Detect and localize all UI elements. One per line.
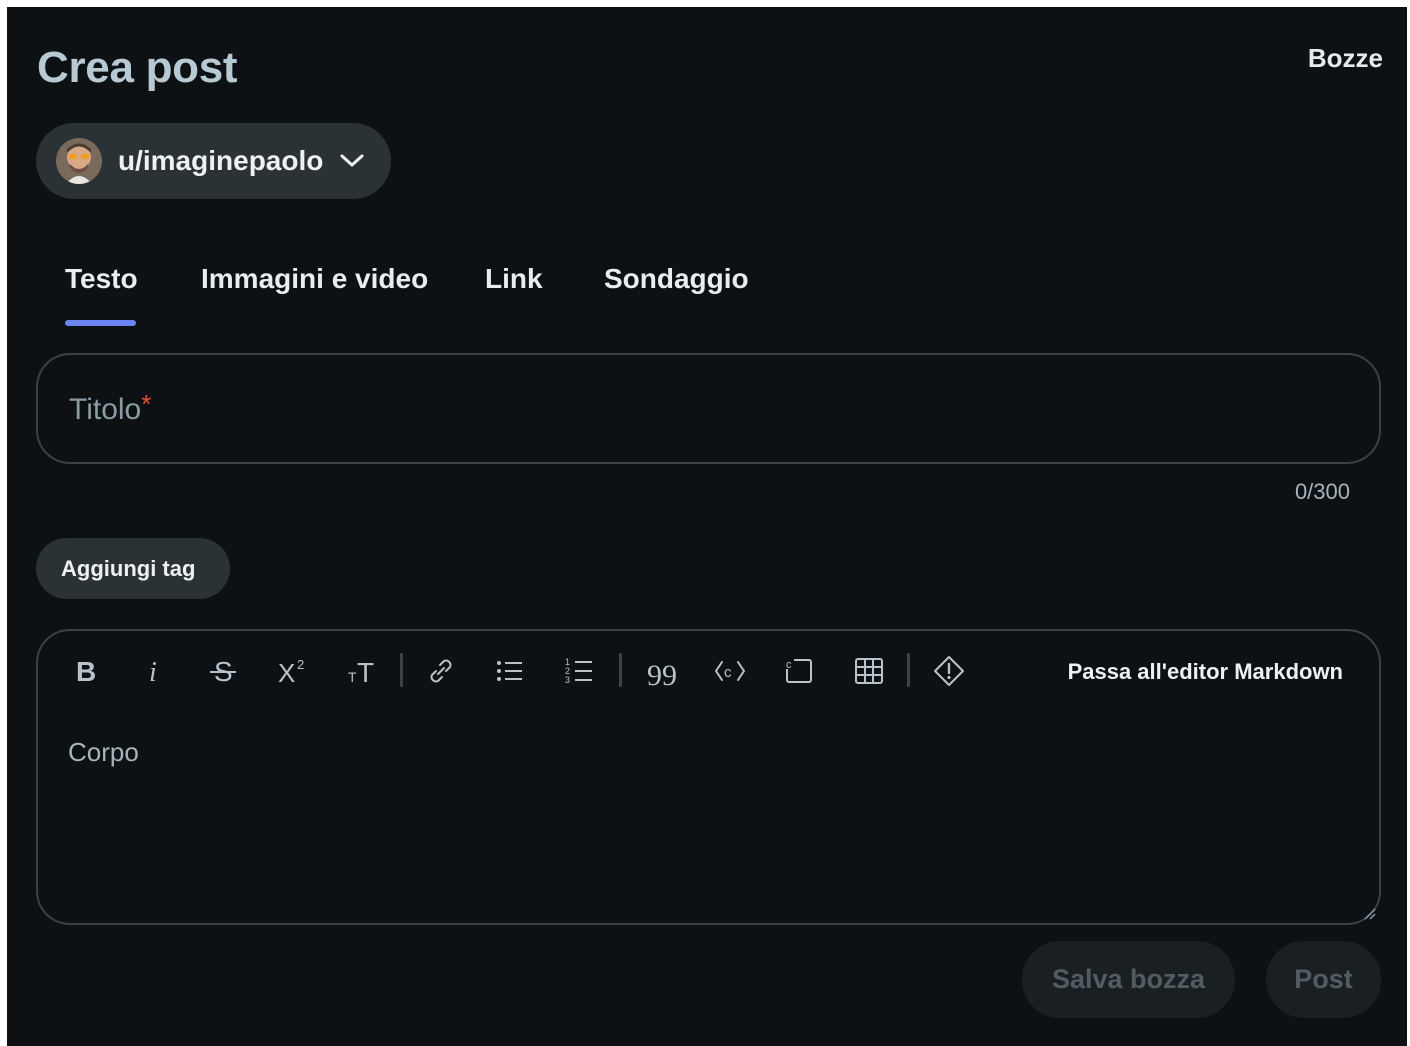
svg-text:99: 99 xyxy=(647,659,676,687)
add-tag-label: Aggiungi tag xyxy=(61,556,196,581)
quote-icon[interactable]: 99 xyxy=(640,651,680,691)
page-title: Crea post xyxy=(37,43,238,92)
save-draft-label: Salva bozza xyxy=(1051,964,1206,994)
svg-text:i: i xyxy=(149,657,157,687)
link-icon[interactable] xyxy=(421,651,461,691)
post-type-tabs: Testo Immagini e video Link Sondaggio xyxy=(37,247,837,327)
save-draft-button[interactable]: Salva bozza xyxy=(1022,941,1235,1018)
username-label: u/imaginepaolo xyxy=(118,145,324,176)
toolbar-divider xyxy=(400,653,403,687)
community-selector[interactable]: u/imaginepaolo xyxy=(36,123,391,199)
user-avatar-icon xyxy=(56,138,102,184)
strikethrough-icon[interactable]: S xyxy=(203,651,243,691)
title-input[interactable]: Titolo* xyxy=(36,353,1381,464)
tab-link[interactable]: Link xyxy=(485,263,543,295)
toolbar-divider xyxy=(619,653,622,687)
post-label: Post xyxy=(1294,964,1353,994)
svg-text:c: c xyxy=(786,659,792,671)
superscript-icon[interactable]: X2 xyxy=(273,651,313,691)
markdown-editor-switch[interactable]: Passa all'editor Markdown xyxy=(1068,659,1343,685)
bulleted-list-icon[interactable] xyxy=(490,651,530,691)
svg-text:2: 2 xyxy=(297,657,304,672)
svg-text:B: B xyxy=(76,656,96,687)
italic-icon[interactable]: i xyxy=(134,651,174,691)
add-tag-button[interactable]: Aggiungi tag xyxy=(36,538,230,599)
resize-handle-icon[interactable] xyxy=(1362,906,1376,920)
numbered-list-icon[interactable]: 123 xyxy=(560,651,600,691)
body-editor[interactable]: B i S X2 TT 123 99 c c Passa all'editor … xyxy=(36,629,1381,925)
title-char-counter: 0/300 xyxy=(1294,479,1350,504)
svg-text:T: T xyxy=(348,669,357,685)
svg-text:c: c xyxy=(724,664,732,681)
drafts-button[interactable]: Bozze xyxy=(1308,43,1383,74)
tab-text[interactable]: Testo xyxy=(65,263,138,295)
tab-poll[interactable]: Sondaggio xyxy=(604,263,749,295)
body-placeholder: Corpo xyxy=(68,737,139,767)
active-tab-indicator xyxy=(65,320,136,326)
chevron-down-icon xyxy=(340,154,364,167)
bold-icon[interactable]: B xyxy=(64,651,104,691)
create-post-panel: Crea post Bozze u/imaginepaolo Testo Imm… xyxy=(7,7,1407,1046)
toolbar-divider xyxy=(907,653,910,687)
code-block-icon[interactable]: c xyxy=(779,651,819,691)
post-button[interactable]: Post xyxy=(1266,941,1381,1018)
table-icon[interactable] xyxy=(849,651,889,691)
svg-text:3: 3 xyxy=(565,675,570,685)
title-placeholder: Titolo* xyxy=(69,389,152,426)
tab-images-video[interactable]: Immagini e video xyxy=(201,263,428,295)
required-asterisk: * xyxy=(141,389,152,419)
code-icon[interactable]: c xyxy=(710,651,750,691)
svg-text:X: X xyxy=(278,658,295,687)
spoiler-icon[interactable] xyxy=(929,651,969,691)
svg-text:T: T xyxy=(357,657,374,687)
heading-icon[interactable]: TT xyxy=(342,651,382,691)
